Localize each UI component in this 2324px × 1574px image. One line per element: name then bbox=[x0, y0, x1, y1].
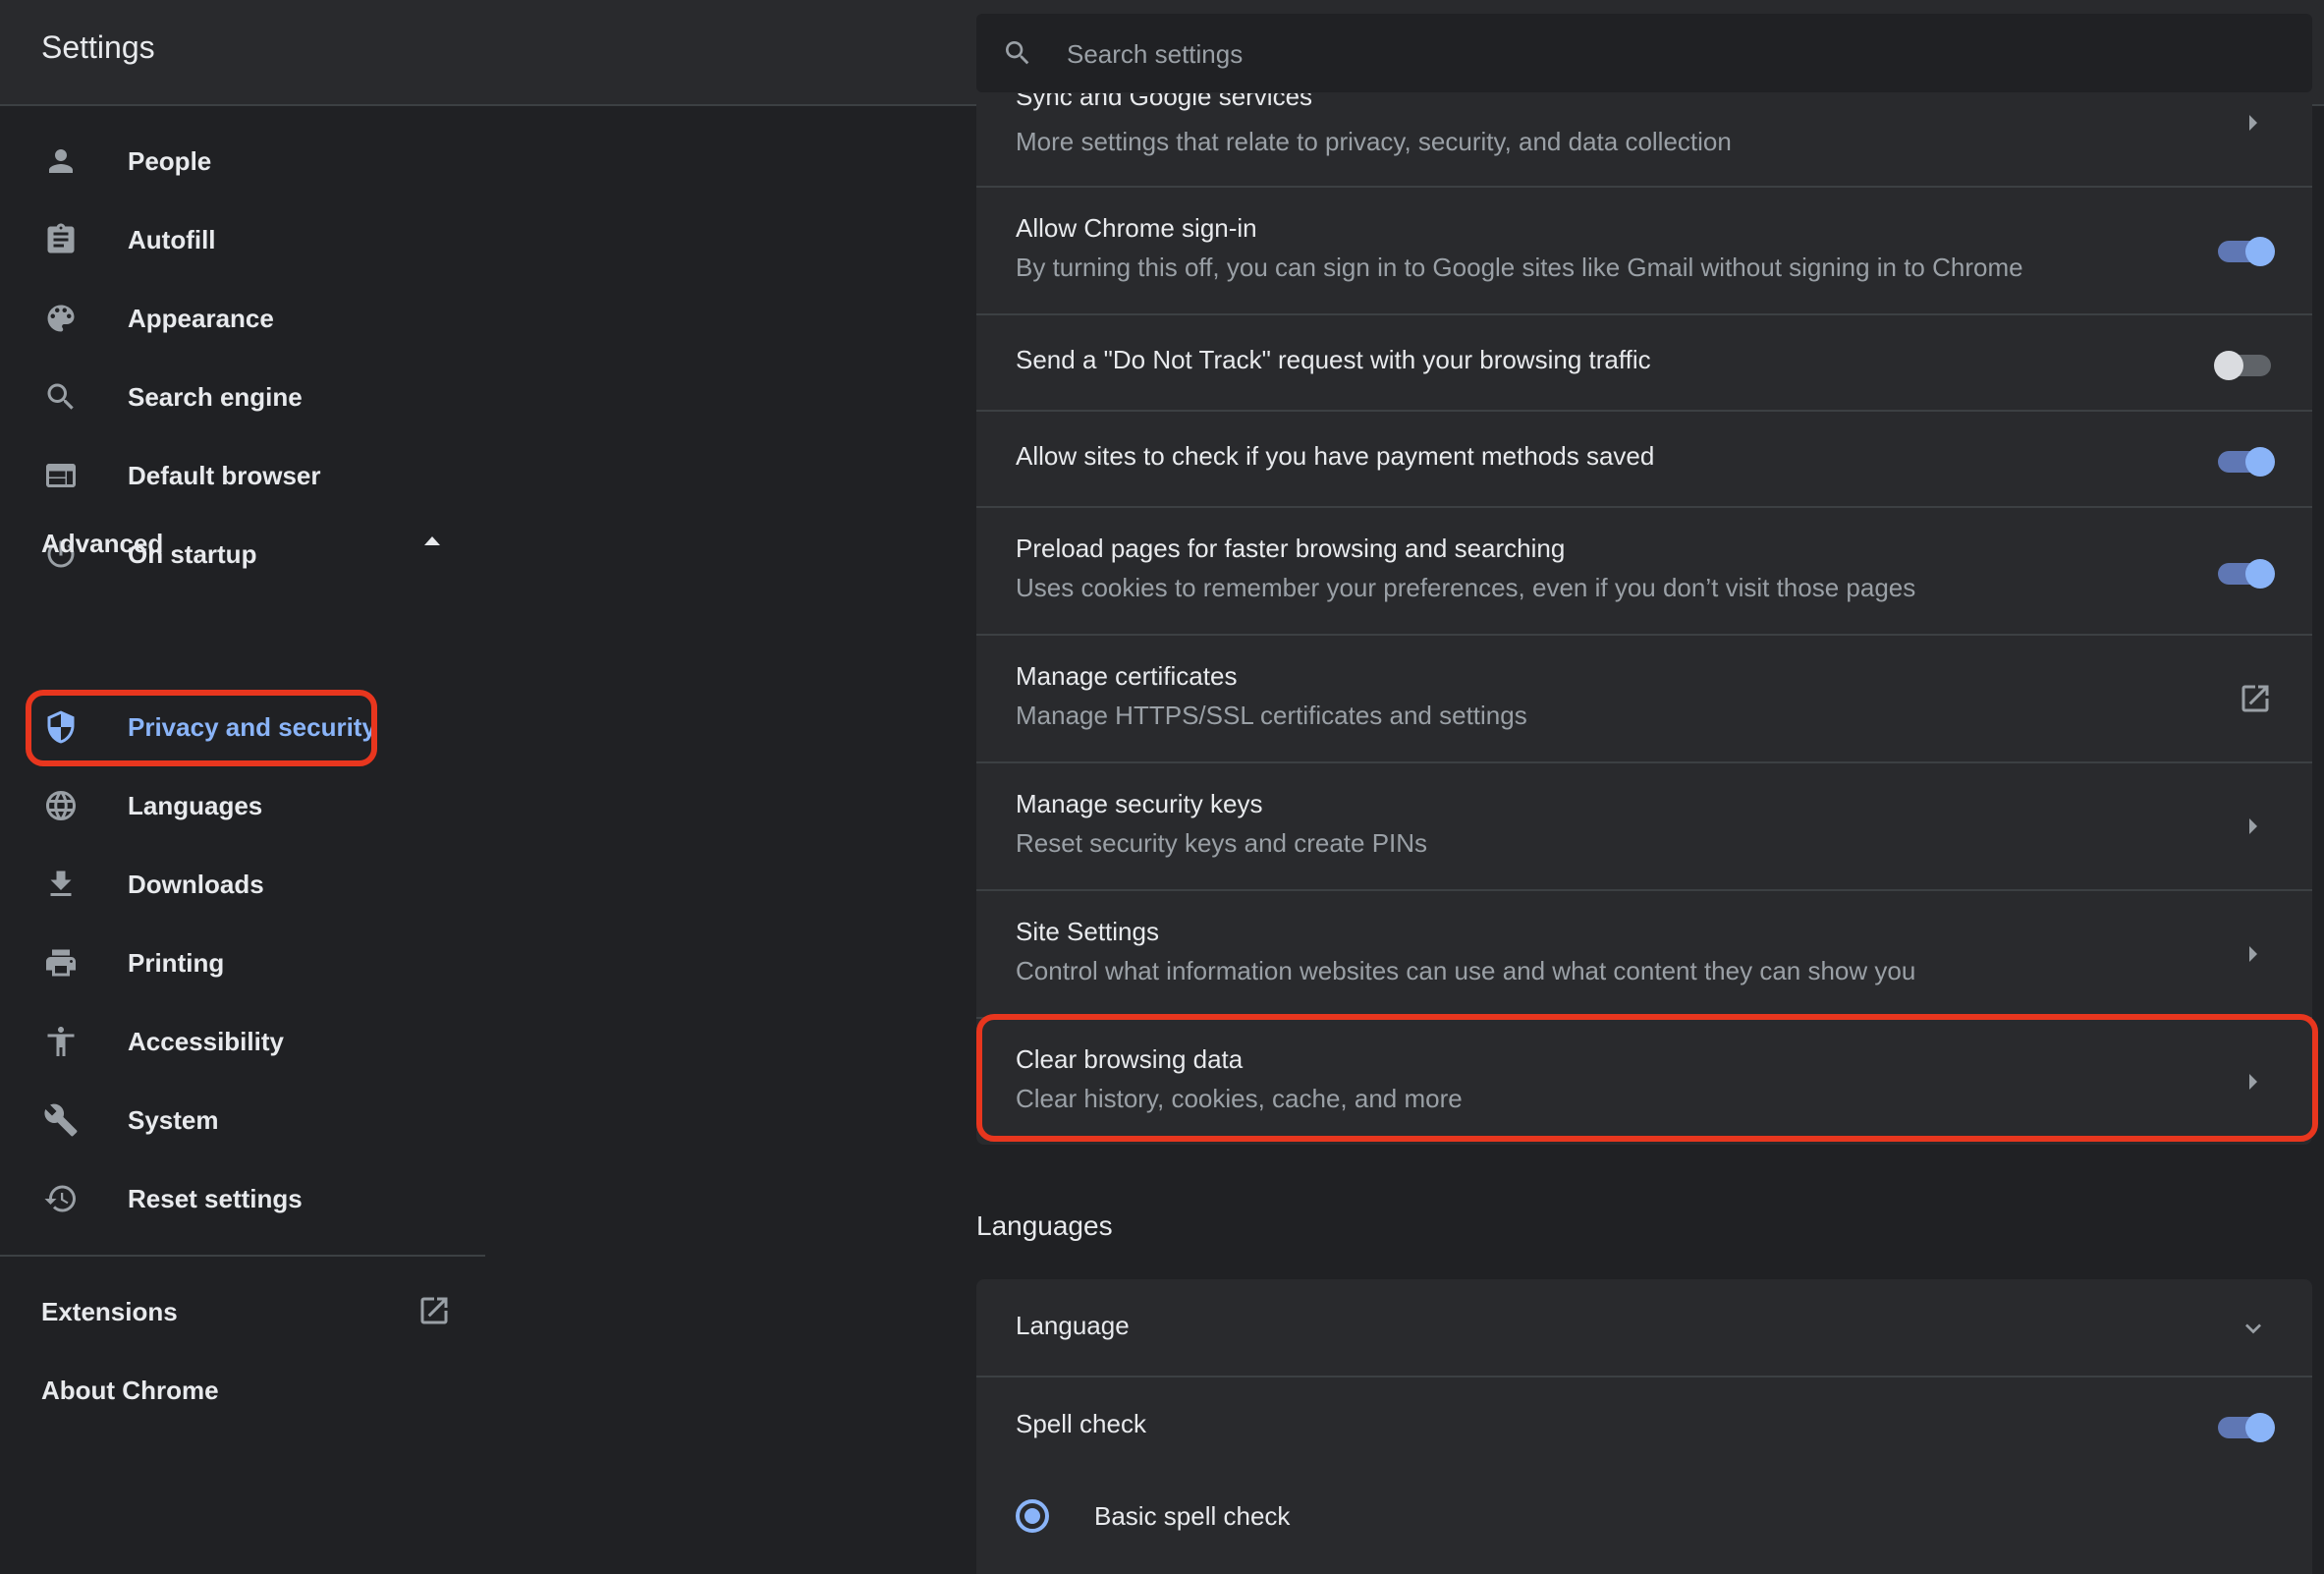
preload-pages-toggle[interactable] bbox=[2214, 549, 2275, 592]
row-subtitle: Manage HTTPS/SSL certificates and settin… bbox=[1016, 701, 1527, 730]
row-subtitle: Reset security keys and create PINs bbox=[1016, 828, 1428, 858]
row-title: Sync and Google services bbox=[1016, 93, 1313, 111]
settings-row-spell-check[interactable]: Spell check bbox=[976, 1376, 2312, 1472]
row-title: Allow sites to check if you have payment… bbox=[1016, 441, 1655, 471]
row-title: Clear browsing data bbox=[1016, 1044, 1244, 1074]
allow-sign-in-toggle[interactable] bbox=[2214, 227, 2275, 270]
settings-row-preload-pages[interactable]: Preload pages for faster browsing and se… bbox=[976, 506, 2312, 634]
settings-row-sync-and-google-services[interactable]: Sync and Google services More settings t… bbox=[976, 93, 2312, 188]
sidebar-item-privacy-and-security[interactable]: Privacy and security bbox=[0, 688, 485, 766]
external-link-icon bbox=[2241, 685, 2269, 712]
sidebar-item-extensions[interactable]: Extensions bbox=[41, 1297, 178, 1327]
do-not-track-toggle[interactable] bbox=[2214, 341, 2275, 384]
sidebar-item-downloads[interactable]: Downloads bbox=[0, 845, 485, 924]
row-subtitle: More settings that relate to privacy, se… bbox=[1016, 127, 1732, 156]
row-title: Manage certificates bbox=[1016, 661, 1238, 691]
history-icon bbox=[43, 1181, 79, 1216]
sidebar-item-label: Printing bbox=[128, 947, 225, 978]
external-link-icon[interactable] bbox=[416, 1293, 452, 1328]
chevron-right-icon bbox=[2249, 946, 2257, 962]
sidebar-item-label: Privacy and security bbox=[128, 711, 376, 742]
globe-icon bbox=[43, 788, 79, 823]
settings-row-site-settings[interactable]: Site Settings Control what information w… bbox=[976, 889, 2312, 1017]
search-icon bbox=[1006, 41, 1029, 65]
settings-row-manage-certificates[interactable]: Manage certificates Manage HTTPS/SSL cer… bbox=[976, 634, 2312, 761]
accessibility-icon bbox=[43, 1024, 79, 1059]
download-icon bbox=[43, 867, 79, 902]
settings-row-manage-security-keys[interactable]: Manage security keys Reset security keys… bbox=[976, 761, 2312, 889]
sidebar-advanced-section: Privacy and security Languages Downloads… bbox=[0, 106, 485, 1560]
row-title: Site Settings bbox=[1016, 917, 1159, 946]
settings-row-language[interactable]: Language bbox=[976, 1279, 2312, 1376]
sidebar-item-label: Downloads bbox=[128, 869, 264, 899]
chevron-right-icon bbox=[2249, 115, 2257, 131]
sidebar-item-accessibility[interactable]: Accessibility bbox=[0, 1002, 485, 1081]
row-subtitle: Control what information websites can us… bbox=[1016, 956, 1916, 985]
sidebar-item-label: Accessibility bbox=[128, 1026, 284, 1056]
sidebar-item-about-chrome[interactable]: About Chrome bbox=[41, 1376, 219, 1406]
page-title: Settings bbox=[41, 29, 155, 65]
spell-check-toggle[interactable] bbox=[2214, 1403, 2275, 1446]
row-title: Send a "Do Not Track" request with your … bbox=[1016, 345, 1651, 374]
sidebar-divider bbox=[0, 1255, 485, 1257]
basic-spell-check-option[interactable]: Basic spell check bbox=[976, 1472, 2312, 1570]
sidebar-item-languages[interactable]: Languages bbox=[0, 766, 485, 845]
row-subtitle: By turning this off, you can sign in to … bbox=[1016, 253, 2023, 282]
settings-row-do-not-track[interactable]: Send a "Do Not Track" request with your … bbox=[976, 313, 2312, 410]
chevron-right-icon bbox=[2249, 818, 2257, 834]
printer-icon bbox=[43, 945, 79, 981]
privacy-and-security-card: Sync and Google services More settings t… bbox=[976, 93, 2312, 1145]
wrench-icon bbox=[43, 1102, 79, 1138]
row-title: Language bbox=[1016, 1311, 1130, 1340]
row-title: Manage security keys bbox=[1016, 789, 1263, 818]
sidebar-item-label: Languages bbox=[128, 790, 263, 820]
radio-label: Basic spell check bbox=[1094, 1501, 1291, 1531]
sidebar-item-label: Reset settings bbox=[128, 1183, 303, 1213]
search-box[interactable] bbox=[976, 14, 2312, 94]
sidebar-item-printing[interactable]: Printing bbox=[0, 924, 485, 1002]
sidebar-item-label: System bbox=[128, 1104, 219, 1135]
payment-methods-toggle[interactable] bbox=[2214, 437, 2275, 480]
shield-icon bbox=[43, 709, 79, 745]
settings-row-allow-chrome-sign-in[interactable]: Allow Chrome sign-in By turning this off… bbox=[976, 186, 2312, 313]
row-title: Preload pages for faster browsing and se… bbox=[1016, 534, 1566, 563]
search-input[interactable] bbox=[1065, 14, 2287, 94]
sidebar-item-reset-settings[interactable]: Reset settings bbox=[0, 1159, 485, 1238]
sidebar-item-system[interactable]: System bbox=[0, 1081, 485, 1159]
row-title: Allow Chrome sign-in bbox=[1016, 213, 1257, 243]
settings-header: Settings bbox=[0, 0, 2324, 106]
settings-row-payment-methods[interactable]: Allow sites to check if you have payment… bbox=[976, 410, 2312, 506]
basic-spell-check-radio[interactable] bbox=[1016, 1499, 1049, 1533]
chevron-right-icon bbox=[2249, 1074, 2257, 1090]
row-subtitle: Uses cookies to remember your preference… bbox=[1016, 573, 1916, 602]
languages-card: Language Spell check Basic spell check bbox=[976, 1279, 2312, 1574]
chevron-down-icon bbox=[2245, 1323, 2261, 1334]
settings-row-clear-browsing-data[interactable]: Clear browsing data Clear history, cooki… bbox=[976, 1017, 2312, 1145]
row-subtitle: Clear history, cookies, cache, and more bbox=[1016, 1084, 1463, 1113]
languages-section-title: Languages bbox=[976, 1210, 1113, 1241]
row-title: Spell check bbox=[1016, 1409, 1146, 1438]
